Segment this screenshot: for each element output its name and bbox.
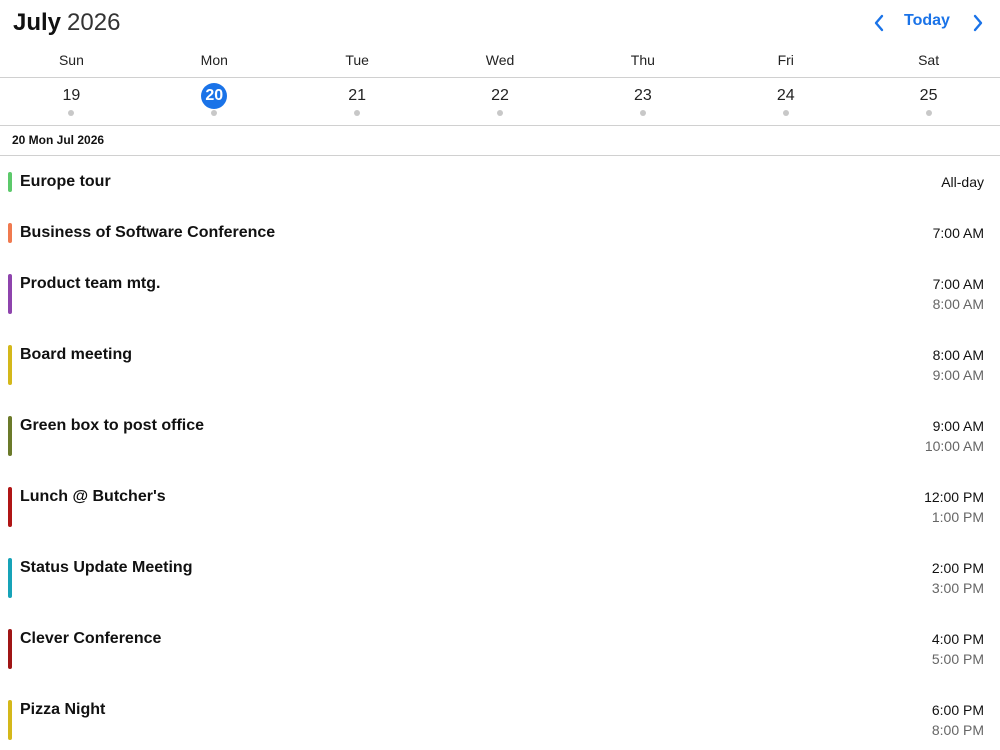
- event-color-bar: [8, 487, 12, 527]
- chevron-right-icon: [973, 14, 983, 32]
- weekday-label: Mon: [200, 52, 228, 68]
- today-button[interactable]: Today: [904, 12, 950, 30]
- event-title: Product team mtg.: [20, 275, 161, 292]
- event-title: Business of Software Conference: [20, 224, 276, 241]
- event-color-bar: [8, 558, 12, 598]
- weekday-label: Thu: [630, 52, 655, 68]
- event-indicator-dot: [211, 110, 218, 116]
- weekday-label: Fri: [777, 52, 794, 68]
- year-label: 2026: [67, 9, 121, 36]
- agenda-date-label: 20 Mon Jul 2026: [12, 133, 105, 147]
- event-title: Clever Conference: [20, 630, 162, 647]
- calendar-app: July 2026 Today Sun Mon Tue Wed Thu Fri Sat 19 2…: [0, 0, 1000, 750]
- event-title: Board meeting: [20, 346, 133, 363]
- event-start-time: 8:00 AM: [932, 347, 984, 363]
- date-cell[interactable]: 24: [714, 78, 857, 125]
- date-number: 23: [633, 87, 652, 104]
- date-number: 22: [491, 87, 509, 104]
- month-title: July 2026: [13, 8, 120, 38]
- date-number: 24: [776, 87, 795, 104]
- event-indicator-dot: [68, 110, 75, 116]
- event-indicator-dot: [782, 110, 789, 116]
- date-number: 21: [348, 87, 367, 104]
- event-title: Green box to post office: [20, 417, 205, 434]
- event-end-time: 8:00 AM: [932, 296, 984, 312]
- month-label: July: [13, 9, 62, 36]
- weekday-label: Sun: [58, 52, 84, 68]
- event-title: Europe tour: [20, 173, 111, 190]
- event-end-time: 5:00 PM: [931, 651, 984, 667]
- event-color-bar: [8, 700, 12, 740]
- event-end-time: 8:00 PM: [931, 722, 984, 738]
- event-end-time: 3:00 PM: [931, 580, 984, 596]
- event-title: Pizza Night: [20, 701, 106, 718]
- event-start-time: All-day: [941, 174, 984, 190]
- date-cell[interactable]: 21: [286, 78, 429, 125]
- event-indicator-dot: [925, 110, 932, 116]
- calendar-header: July 2026 Today: [0, 0, 1000, 46]
- selected-date-number: 20: [201, 83, 228, 109]
- event-start-time: 7:00 AM: [932, 276, 984, 292]
- event-indicator-dot: [354, 110, 361, 116]
- event-end-time: 1:00 PM: [931, 509, 984, 525]
- event-color-bar: [8, 223, 12, 243]
- date-number: 25: [919, 87, 938, 104]
- date-number: 19: [62, 87, 81, 104]
- event-start-time: 2:00 PM: [931, 560, 984, 576]
- event-indicator-dot: [639, 110, 646, 116]
- next-week-button[interactable]: [967, 10, 989, 36]
- date-cell[interactable]: 23: [571, 78, 714, 125]
- event-color-bar: [8, 274, 12, 314]
- event-start-time: 9:00 AM: [932, 418, 984, 434]
- event-title: Lunch @ Butcher's: [20, 488, 166, 505]
- divider: [0, 125, 1000, 126]
- weekday-label: Wed: [485, 52, 515, 68]
- event-start-time: 6:00 PM: [931, 702, 984, 718]
- event-color-bar: [8, 345, 12, 385]
- event-indicator-dot: [497, 110, 503, 116]
- event-start-time: 12:00 PM: [924, 489, 984, 505]
- weekday-label: Tue: [345, 52, 369, 68]
- event-end-time: 10:00 AM: [924, 438, 984, 454]
- event-color-bar: [8, 172, 12, 192]
- event-start-time: 7:00 AM: [932, 225, 984, 241]
- previous-week-button[interactable]: [868, 10, 890, 36]
- date-cell[interactable]: 22: [429, 78, 572, 125]
- event-color-bar: [8, 416, 12, 456]
- chevron-left-icon: [874, 14, 884, 32]
- date-cell[interactable]: 19: [0, 78, 143, 125]
- event-title: Status Update Meeting: [20, 559, 193, 576]
- date-cell[interactable]: 20: [143, 78, 286, 125]
- weekday-label: Sat: [918, 52, 940, 68]
- event-color-bar: [8, 629, 12, 669]
- event-start-time: 4:00 PM: [931, 631, 984, 647]
- weekday-header-row: Sun Mon Tue Wed Thu Fri Sat: [0, 46, 1000, 77]
- event-list: Europe tour All-day Business of Software C…: [0, 156, 1000, 750]
- date-cell[interactable]: 25: [857, 78, 1000, 125]
- event-end-time: 9:00 AM: [932, 367, 984, 383]
- week-dates-row: 19 20 21 22 23 24 25: [0, 78, 1000, 125]
